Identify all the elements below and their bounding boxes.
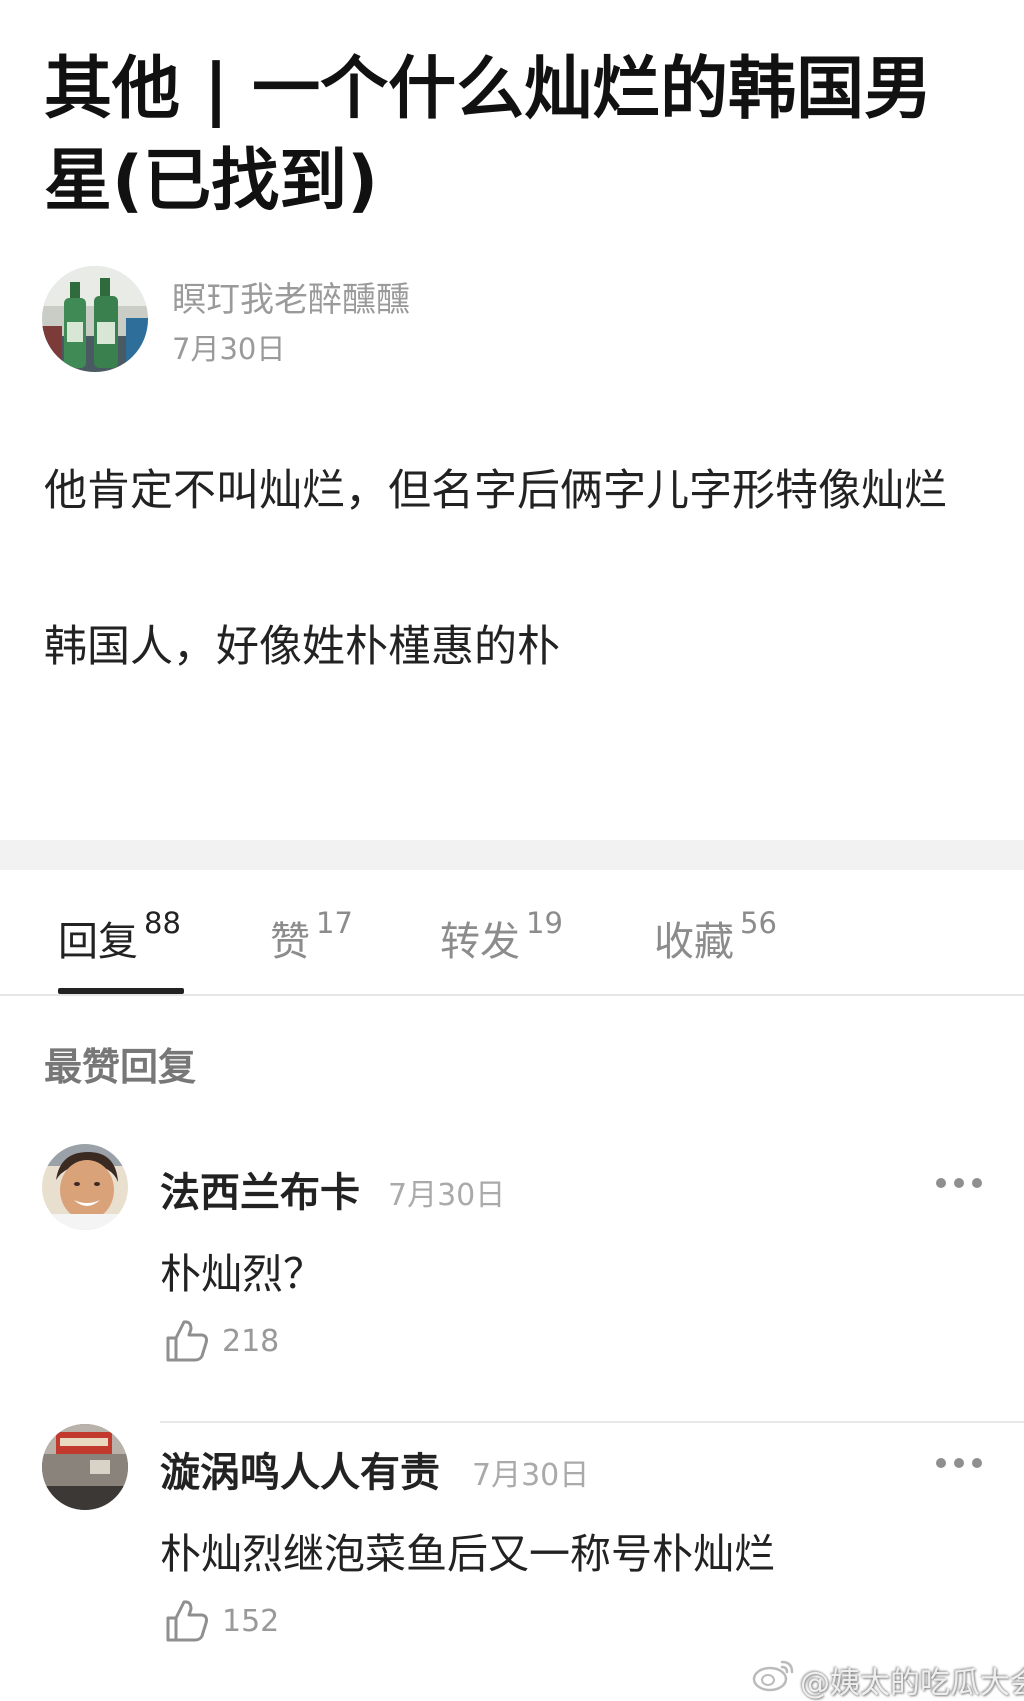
tab-reposts[interactable]: 转发 19 xyxy=(440,906,563,967)
commenter-name[interactable]: 漩涡鸣人人有责 xyxy=(160,1440,440,1498)
commenter-avatar[interactable] xyxy=(42,1424,128,1510)
like-count: 152 xyxy=(222,1604,280,1639)
commenter-name[interactable]: 法西兰布卡 xyxy=(160,1160,360,1218)
top-replies-heading: 最赞回复 xyxy=(44,1045,197,1089)
tab-replies[interactable]: 回复 88 xyxy=(58,906,181,967)
post-detail-page: 其他 | 一个什么灿烂的韩国男星(已找到) 瞑玎我老醉醺醺 7月30日 他肯定不… xyxy=(0,0,1024,1701)
comment-divider xyxy=(160,1421,1024,1423)
tab-count: 88 xyxy=(144,906,181,940)
tab-label: 回复 xyxy=(58,919,138,965)
more-options-icon[interactable] xyxy=(932,1454,988,1474)
post-body-paragraph: 韩国人，好像姓朴槿惠的朴 xyxy=(44,622,560,672)
like-count: 218 xyxy=(222,1324,280,1359)
comment-date: 7月30日 xyxy=(472,1458,590,1493)
tab-label: 转发 xyxy=(440,919,520,965)
tab-bar: 回复 88 赞 17 转发 19 收藏 56 xyxy=(0,870,1024,996)
commenter-avatar[interactable] xyxy=(42,1144,128,1230)
thumbs-up-icon[interactable] xyxy=(164,1598,210,1644)
tab-favorites[interactable]: 收藏 56 xyxy=(654,906,777,967)
post-title: 其他 | 一个什么灿烂的韩国男星(已找到) xyxy=(44,50,933,221)
comment-item: 法西兰布卡 7月30日 朴灿烈？ 218 xyxy=(0,1144,1024,1424)
post-body-paragraph: 他肯定不叫灿烂，但名字后俩字儿字形特像灿烂 xyxy=(44,466,947,516)
thumbs-up-icon[interactable] xyxy=(164,1318,210,1364)
watermark-text: @姨太的吃瓜大会 xyxy=(800,1666,1024,1701)
tab-count: 17 xyxy=(316,906,353,940)
section-separator xyxy=(0,840,1024,870)
comment-text: 朴灿烈继泡菜鱼后又一称号朴灿烂 xyxy=(160,1530,775,1578)
tab-label: 赞 xyxy=(270,919,310,965)
author-name[interactable]: 瞑玎我老醉醺醺 xyxy=(172,272,410,321)
more-options-icon[interactable] xyxy=(932,1174,988,1194)
tab-likes[interactable]: 赞 17 xyxy=(270,906,353,967)
post-date: 7月30日 xyxy=(172,332,286,366)
comment-date: 7月30日 xyxy=(388,1178,506,1213)
tab-label: 收藏 xyxy=(654,919,734,965)
tab-count: 56 xyxy=(740,906,777,940)
comment-text: 朴灿烈？ xyxy=(160,1250,324,1298)
tab-count: 19 xyxy=(526,906,563,940)
divider xyxy=(0,994,1024,996)
post-body: 他肯定不叫灿烂，但名字后俩字儿字形特像灿烂 韩国人，好像姓朴槿惠的朴 xyxy=(44,448,984,690)
author-avatar[interactable] xyxy=(42,266,148,372)
weibo-icon xyxy=(752,1660,794,1692)
